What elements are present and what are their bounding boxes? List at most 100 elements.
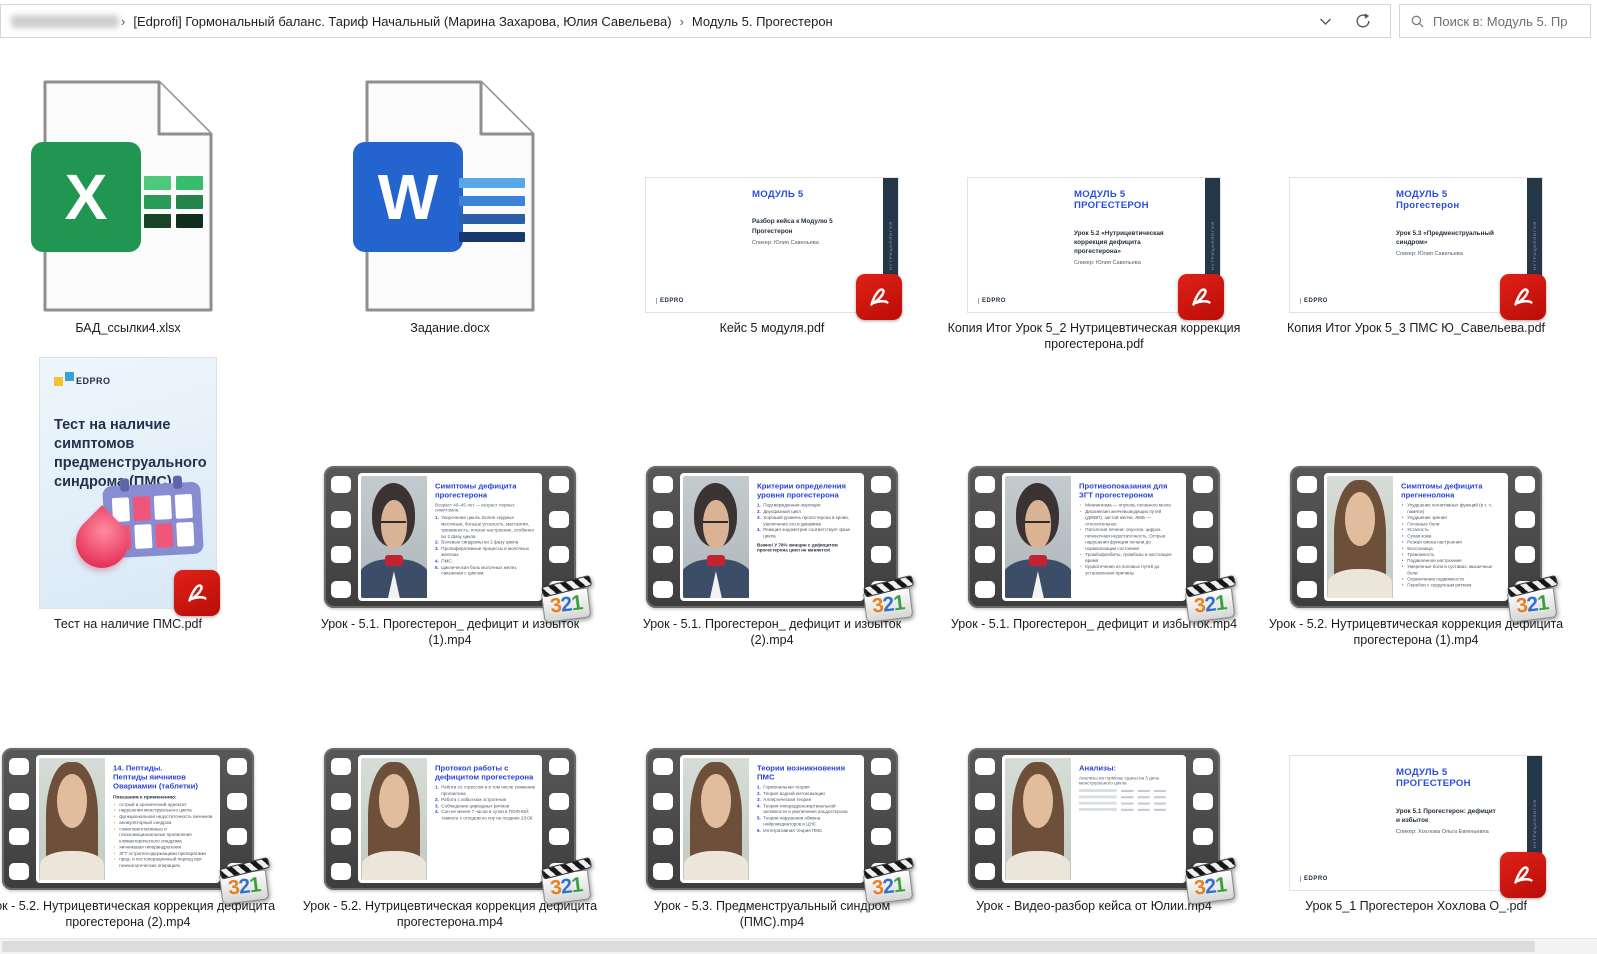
file-item[interactable]: Критерии определения уровня прогестерона… [611, 354, 933, 650]
filmstrip-holes [324, 472, 358, 602]
pdf-thumbnail: МОДУЛЬ 5 Прогестерон Урок 5.3 «Предменстр… [1290, 178, 1542, 312]
pdf-cover-thumbnail: EDPROТест на наличие симптомов предменст… [40, 358, 216, 608]
video-thumbnail: Симптомы дефицита прогестеронаВозраст 40… [324, 466, 576, 608]
excel-file-icon: X [43, 80, 213, 312]
presenter-still [1327, 476, 1393, 598]
file-item[interactable]: МОДУЛЬ 5 Прогестерон Урок 5.3 «Предменстр… [1255, 42, 1577, 354]
video-frame: Теории возникновения ПМСГормональная тео… [680, 755, 864, 883]
edpro-logo: EDPRO [1300, 876, 1328, 882]
address-bar[interactable]: › [Edprofi] Гормональный баланс. Тариф Н… [0, 4, 1391, 38]
edpro-logo: EDPRO [978, 298, 1006, 304]
slide-title: МОДУЛЬ 5 [752, 188, 869, 200]
slide-list-item: Тромбофлебиты, тромбозы в настоящее врем… [1079, 552, 1179, 564]
video-thumbnail: Анализы: Анализы на гормоны сданы на 3 де… [968, 748, 1220, 890]
pdf-thumbnail: МОДУЛЬ 5 Разбор кейса к Модулю 5 Прогесте… [646, 178, 898, 312]
video-frame: Противопоказания для ЗГТ прогестерономМе… [1002, 473, 1186, 601]
mpc-hc-player-icon: 321 [1184, 858, 1239, 905]
pdf-thumbnail: МОДУЛЬ 5 ПРОГЕСТЕРОНУрок 5.2 «Нутрицевти… [968, 178, 1220, 312]
presenter-still [683, 476, 749, 598]
edpro-logo: EDPRO [54, 372, 111, 386]
slide-list-item: Перебои с сердечным ритмом [1401, 583, 1501, 589]
file-grid: X БАД_ссылки4.xlsx W Задание.docx МОДУЛЬ 5 Ра… [0, 42, 1597, 932]
file-item[interactable]: Теории возникновения ПМСГормональная тео… [611, 650, 933, 932]
video-frame: Критерии определения уровня прогестерона… [680, 473, 864, 601]
pdf-badge-icon [1178, 274, 1224, 320]
file-item[interactable]: Симптомы дефицита прегненолонаУхудшение … [1255, 354, 1577, 650]
video-thumbnail: Противопоказания для ЗГТ прогестерономМе… [968, 466, 1220, 608]
breadcrumb-item-course[interactable]: [Edprofi] Гормональный баланс. Тариф Нач… [127, 14, 677, 29]
slide-title: МОДУЛЬ 5 ПРОГЕСТЕРОН [1396, 766, 1513, 789]
app-tile: X [31, 142, 141, 252]
slide-title: Противопоказания для ЗГТ прогестероном [1079, 482, 1179, 500]
video-thumbnail: Критерии определения уровня прогестерона… [646, 466, 898, 608]
filmstrip-holes [2, 754, 36, 884]
slide-list: Подтвержденная овуляцияДвухфазный циклХо… [757, 503, 857, 540]
slide-list: Ухудшение когнитивных функций (в т. ч. п… [1401, 503, 1501, 589]
file-item[interactable]: МОДУЛЬ 5 Разбор кейса к Модулю 5 Прогесте… [611, 42, 933, 354]
video-frame: Анализы: Анализы на гормоны сданы на 3 де… [1002, 755, 1186, 883]
file-name: Тест на наличие ПМС.pdf [0, 616, 279, 650]
file-item[interactable]: Протокол работы с дефицитом прогестерона… [289, 650, 611, 932]
file-item[interactable]: Анализы: Анализы на гормоны сданы на 3 де… [933, 650, 1255, 932]
slide-list-item: Пролиферативные процессы в молочных желе… [435, 547, 535, 559]
slide-list-item: Умеренные боли в суставах, мышечные боли [1401, 565, 1501, 577]
refresh-icon[interactable] [1354, 12, 1372, 30]
file-name: Копия Итог Урок 5_2 Нутрицевтическая кор… [943, 320, 1245, 354]
app-tile: W [353, 142, 463, 252]
horizontal-scrollbar[interactable] [0, 938, 1597, 954]
file-name: Кейс 5 модуля.pdf [621, 320, 923, 354]
explorer-toolbar: › [Edprofi] Гормональный баланс. Тариф Н… [0, 0, 1597, 42]
scrollbar-thumb[interactable] [2, 941, 1535, 952]
file-item[interactable]: X БАД_ссылки4.xlsx [0, 42, 289, 354]
mpc-hc-player-icon: 321 [540, 576, 595, 623]
file-name: БАД_ссылки4.xlsx [0, 320, 279, 354]
presenter-still [1005, 476, 1071, 598]
file-item[interactable]: МОДУЛЬ 5 ПРОГЕСТЕРОНУрок 5.2 «Нутрицевти… [933, 42, 1255, 354]
slide-list-item: Циклическая боль молочных желез, связанн… [435, 565, 535, 577]
slide-list-item: Дискинезия желчевыводящих путей (ДЖВП), … [1079, 509, 1179, 527]
slide-note: Важно! У 76% женщин с дефицитом прогесте… [757, 543, 857, 553]
breadcrumb-separator-icon: › [678, 14, 686, 29]
slide-list-item: Патология печени: опухоли, цирроз, печен… [1079, 528, 1179, 553]
file-item[interactable]: Противопоказания для ЗГТ прогестерономМе… [933, 354, 1255, 650]
video-thumbnail: Теории возникновения ПМСГормональная тео… [646, 748, 898, 890]
chevron-down-icon[interactable] [1319, 16, 1332, 26]
filmstrip-holes [1290, 472, 1324, 602]
filmstrip-holes [646, 472, 680, 602]
slide-list-item: Ухудшение когнитивных функций (в т. ч. п… [1401, 503, 1501, 515]
search-icon [1410, 14, 1425, 29]
search-input[interactable]: Поиск в: Модуль 5. Пр [1399, 4, 1591, 38]
filmstrip-holes [324, 754, 358, 884]
file-item[interactable]: EDPROТест на наличие симптомов предменст… [0, 354, 289, 650]
file-item[interactable]: Симптомы дефицита прогестеронаВозраст 40… [289, 354, 611, 650]
slide-list-item: Теория нарушения обмена нейромедиаторов … [757, 816, 857, 828]
file-item[interactable]: 14. Пептиды. Пептиды яичников Овариамин … [0, 650, 289, 932]
lesson-slide: Теории возникновения ПМСГормональная тео… [749, 758, 861, 880]
slide-title: МОДУЛЬ 5 Прогестерон [1396, 188, 1513, 211]
video-frame: Симптомы дефицита прегненолонаУхудшение … [1324, 473, 1508, 601]
slide-title: Протокол работы с дефицитом прогестерона [435, 764, 535, 782]
slide-intro: Анализы на гормоны сданы на 3 день менст… [1079, 776, 1179, 786]
slide-subtitle: Урок 5.3 «Предменструальный синдром» [1396, 229, 1499, 247]
slide-title: Анализы: [1079, 764, 1179, 773]
file-item[interactable]: W Задание.docx [289, 42, 611, 354]
lesson-slide: Симптомы дефицита прегненолонаУхудшение … [1393, 476, 1505, 598]
slide-subtitle: Разбор кейса к Модулю 5 Прогестерон [752, 217, 855, 235]
slide-list-item: Сон не менее 7 часов в сутки в ПОЛНОЙ те… [435, 810, 535, 822]
pdf-badge-icon [174, 570, 220, 616]
presenter-still [1005, 758, 1071, 880]
video-thumbnail: Симптомы дефицита прегненолонаУхудшение … [1290, 466, 1542, 608]
breadcrumb-item-module[interactable]: Модуль 5. Прогестерон [686, 14, 839, 29]
file-item[interactable]: МОДУЛЬ 5 ПРОГЕСТЕРОНУрок 5.1 Прогестерон… [1255, 650, 1577, 932]
presenter-still [39, 758, 105, 880]
slide-list-item: пред- и постоперационный период при гине… [113, 857, 213, 869]
pdf-badge-icon [1500, 274, 1546, 320]
slide-list-item: Интегративная теория ПМС [757, 828, 857, 834]
file-name: Задание.docx [299, 320, 601, 354]
filmstrip-holes [968, 472, 1002, 602]
mpc-hc-player-icon: 321 [1184, 576, 1239, 623]
slide-speaker: Спикер: Юлия Савельева [752, 240, 869, 246]
video-frame: 14. Пептиды. Пептиды яичников Овариамин … [36, 755, 220, 883]
presenter-still [361, 758, 427, 880]
lesson-slide: 14. Пептиды. Пептиды яичников Овариамин … [105, 758, 217, 880]
